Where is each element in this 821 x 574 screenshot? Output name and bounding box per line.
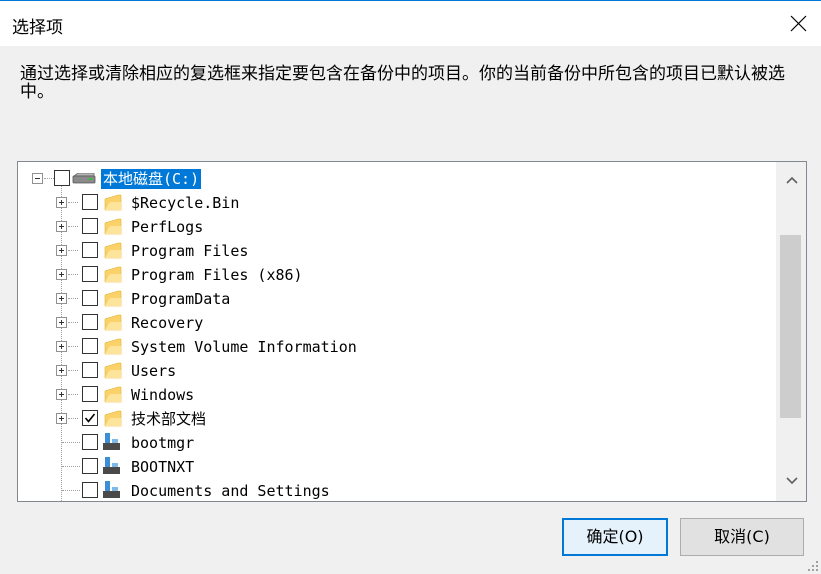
item-checkbox[interactable]: [82, 434, 98, 450]
tree-item-label[interactable]: Program Files: [131, 241, 248, 261]
item-checkbox[interactable]: [82, 194, 98, 210]
tree-item-row[interactable]: PerfLogs: [18, 215, 777, 239]
tree-item-row[interactable]: System Volume Information: [18, 335, 777, 359]
tree-connector: [68, 418, 78, 419]
system-file-icon: [103, 433, 120, 450]
expand-toggle[interactable]: [56, 341, 67, 352]
folder-icon: [104, 314, 122, 331]
drive-icon: [72, 173, 96, 184]
vertical-scrollbar[interactable]: [776, 162, 806, 501]
options-dialog: 选择项 通过选择或清除相应的复选框来指定要包含在备份中的项目。你的当前备份中所包…: [0, 0, 821, 574]
checkmark-icon: [84, 413, 96, 423]
scroll-down-button[interactable]: [777, 463, 806, 501]
ok-button[interactable]: 确定(O): [562, 518, 668, 556]
tree-connector: [62, 466, 80, 467]
tree-item-row[interactable]: Program Files: [18, 239, 777, 263]
tree-connector: [68, 322, 78, 323]
item-checkbox[interactable]: [82, 290, 98, 306]
tree-item-label[interactable]: BOOTNXT: [131, 457, 194, 477]
tree-item-label[interactable]: Documents and Settings: [131, 481, 330, 501]
folder-icon: [104, 386, 122, 403]
tree-connector: [68, 346, 78, 347]
item-checkbox[interactable]: [82, 338, 98, 354]
item-checkbox[interactable]: [82, 218, 98, 234]
tree-item-label[interactable]: Program Files (x86): [131, 265, 303, 285]
expand-toggle[interactable]: [56, 365, 67, 376]
tree-item-row[interactable]: Program Files (x86): [18, 263, 777, 287]
tree-connector: [44, 178, 54, 179]
folder-icon: [104, 290, 122, 307]
tree-connector: [68, 274, 78, 275]
item-checkbox[interactable]: [82, 266, 98, 282]
tree-item-row[interactable]: $Recycle.Bin: [18, 191, 777, 215]
folder-icon: [104, 266, 122, 283]
cancel-button[interactable]: 取消(C): [680, 518, 804, 556]
expand-toggle[interactable]: [56, 221, 67, 232]
tree-item-label[interactable]: Recovery: [131, 313, 203, 333]
window-title: 选择项: [12, 18, 63, 38]
item-checkbox[interactable]: [82, 242, 98, 258]
tree-item-row[interactable]: Documents and Settings: [18, 479, 777, 501]
close-button[interactable]: [775, 1, 821, 46]
folder-icon: [104, 338, 122, 355]
resize-grip-icon[interactable]: [807, 560, 819, 572]
tree-item-label[interactable]: 技术部文档: [131, 409, 206, 429]
tree-item-row[interactable]: Windows: [18, 383, 777, 407]
tree-item-row[interactable]: BOOTNXT: [18, 455, 777, 479]
tree-connector: [62, 490, 80, 491]
item-checkbox[interactable]: [82, 314, 98, 330]
description-text: 通过选择或清除相应的复选框来指定要包含在备份中的项目。你的当前备份中所包含的项目…: [20, 64, 785, 102]
folder-icon: [104, 410, 122, 427]
root-label[interactable]: 本地磁盘(C:): [101, 169, 202, 189]
expand-toggle[interactable]: [56, 389, 67, 400]
folder-icon: [104, 218, 122, 235]
tree-connector: [62, 442, 80, 443]
tree-connector: [68, 202, 78, 203]
scroll-up-button[interactable]: [777, 162, 806, 200]
tree-connector: [68, 250, 78, 251]
chevron-up-icon: [786, 176, 798, 184]
chevron-down-icon: [786, 477, 798, 485]
tree-content: 本地磁盘(C:) $Recycle.Bin PerfLogs Program Fil…: [18, 162, 777, 501]
tree-item-row[interactable]: 技术部文档: [18, 407, 777, 431]
folder-icon: [104, 242, 122, 259]
collapse-toggle[interactable]: [32, 173, 43, 184]
tree-item-row[interactable]: Recovery: [18, 311, 777, 335]
tree-connector: [68, 394, 78, 395]
system-file-icon: [103, 481, 120, 498]
tree-connector: [68, 226, 78, 227]
close-icon: [790, 15, 807, 32]
tree-view[interactable]: 本地磁盘(C:) $Recycle.Bin PerfLogs Program Fil…: [17, 161, 807, 502]
system-file-icon: [103, 457, 120, 474]
scroll-thumb[interactable]: [780, 235, 801, 418]
title-bar: 选择项: [0, 1, 821, 46]
item-checkbox[interactable]: [82, 362, 98, 378]
tree-item-label[interactable]: Users: [131, 361, 176, 381]
tree-item-row[interactable]: bootmgr: [18, 431, 777, 455]
folder-icon: [104, 362, 122, 379]
folder-icon: [104, 194, 122, 211]
tree-root-row[interactable]: 本地磁盘(C:): [18, 167, 777, 191]
tree-item-label[interactable]: PerfLogs: [131, 217, 203, 237]
tree-item-row[interactable]: ProgramData: [18, 287, 777, 311]
item-checkbox[interactable]: [82, 410, 98, 426]
tree-connector: [68, 298, 78, 299]
tree-connector: [68, 370, 78, 371]
tree-item-label[interactable]: Windows: [131, 385, 194, 405]
tree-item-label[interactable]: System Volume Information: [131, 337, 357, 357]
item-checkbox[interactable]: [82, 386, 98, 402]
tree-item-label[interactable]: bootmgr: [131, 433, 194, 453]
item-checkbox[interactable]: [82, 458, 98, 474]
item-checkbox[interactable]: [82, 482, 98, 498]
tree-item-row[interactable]: Users: [18, 359, 777, 383]
tree-item-label[interactable]: $Recycle.Bin: [131, 193, 239, 213]
expand-toggle[interactable]: [56, 197, 67, 208]
expand-toggle[interactable]: [56, 293, 67, 304]
expand-toggle[interactable]: [56, 269, 67, 280]
tree-item-label[interactable]: ProgramData: [131, 289, 230, 309]
expand-toggle[interactable]: [56, 245, 67, 256]
expand-toggle[interactable]: [56, 317, 67, 328]
expand-toggle[interactable]: [56, 413, 67, 424]
root-checkbox[interactable]: [54, 170, 70, 186]
